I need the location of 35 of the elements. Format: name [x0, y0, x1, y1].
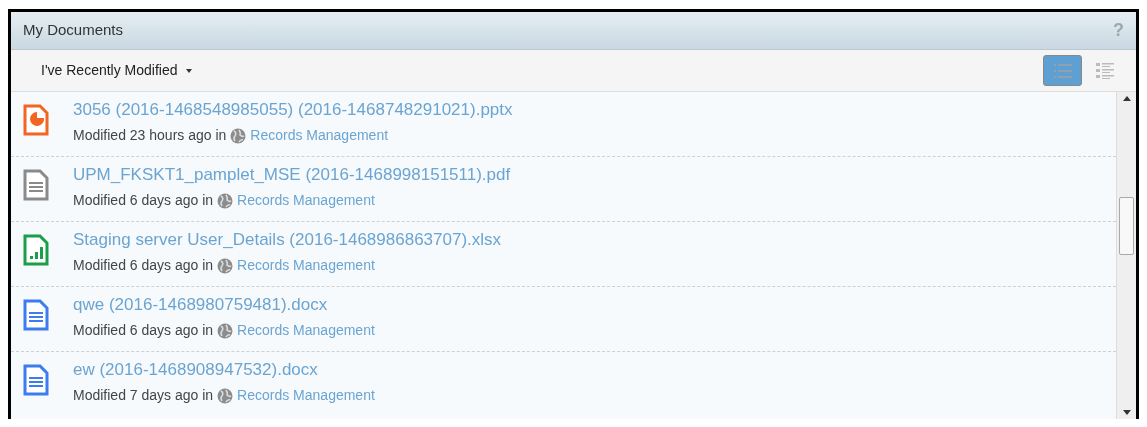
site-link[interactable]: Records Management [237, 257, 375, 274]
site-link[interactable]: Records Management [237, 192, 375, 209]
scroll-thumb[interactable] [1119, 196, 1134, 255]
scroll-down-icon[interactable] [1122, 410, 1131, 415]
document-link[interactable]: Staging server User_Details (2016-1468986863707).xlsx [73, 230, 502, 250]
document-link[interactable]: ew (2016-1468908947532).docx [73, 360, 375, 380]
modified-text: Modified 7 days ago in [73, 387, 214, 404]
simple-view-button[interactable] [1043, 55, 1082, 86]
modified-text: Modified 6 days ago in [73, 192, 214, 209]
globe-icon [217, 257, 234, 274]
caret-icon [185, 68, 192, 73]
panel-title: My Documents [23, 20, 124, 41]
list-view-icon [1051, 62, 1074, 79]
site-link[interactable]: Records Management [250, 127, 389, 144]
site-link[interactable]: Records Management [237, 387, 375, 404]
document-link[interactable]: 3056 (2016-1468548985055) (2016-1468748291021).pptx [73, 100, 513, 120]
help-button[interactable]: ? [1113, 17, 1124, 44]
globe-icon [217, 322, 234, 339]
filter-dropdown[interactable]: I've Recently Modified [41, 60, 192, 81]
globe-icon [230, 127, 247, 144]
document-file-icon [23, 169, 49, 201]
document-link[interactable]: UPM_FKSKT1_pamplet_MSE (2016-1468998151511).pdf [73, 165, 511, 185]
modified-text: Modified 23 hours ago in [73, 127, 227, 144]
document-file-icon [23, 299, 49, 331]
document-file-icon [23, 364, 49, 396]
modified-text: Modified 6 days ago in [73, 322, 214, 339]
site-link[interactable]: Records Management [237, 322, 375, 339]
modified-text: Modified 6 days ago in [73, 257, 214, 274]
globe-icon [217, 192, 234, 209]
globe-icon [217, 387, 234, 404]
document-link[interactable]: qwe (2016-1468980759481).docx [73, 295, 375, 315]
scroll-up-icon[interactable] [1122, 96, 1131, 101]
presentation-file-icon [23, 104, 49, 136]
scrollbar[interactable] [1116, 92, 1136, 419]
spreadsheet-file-icon [23, 234, 49, 266]
